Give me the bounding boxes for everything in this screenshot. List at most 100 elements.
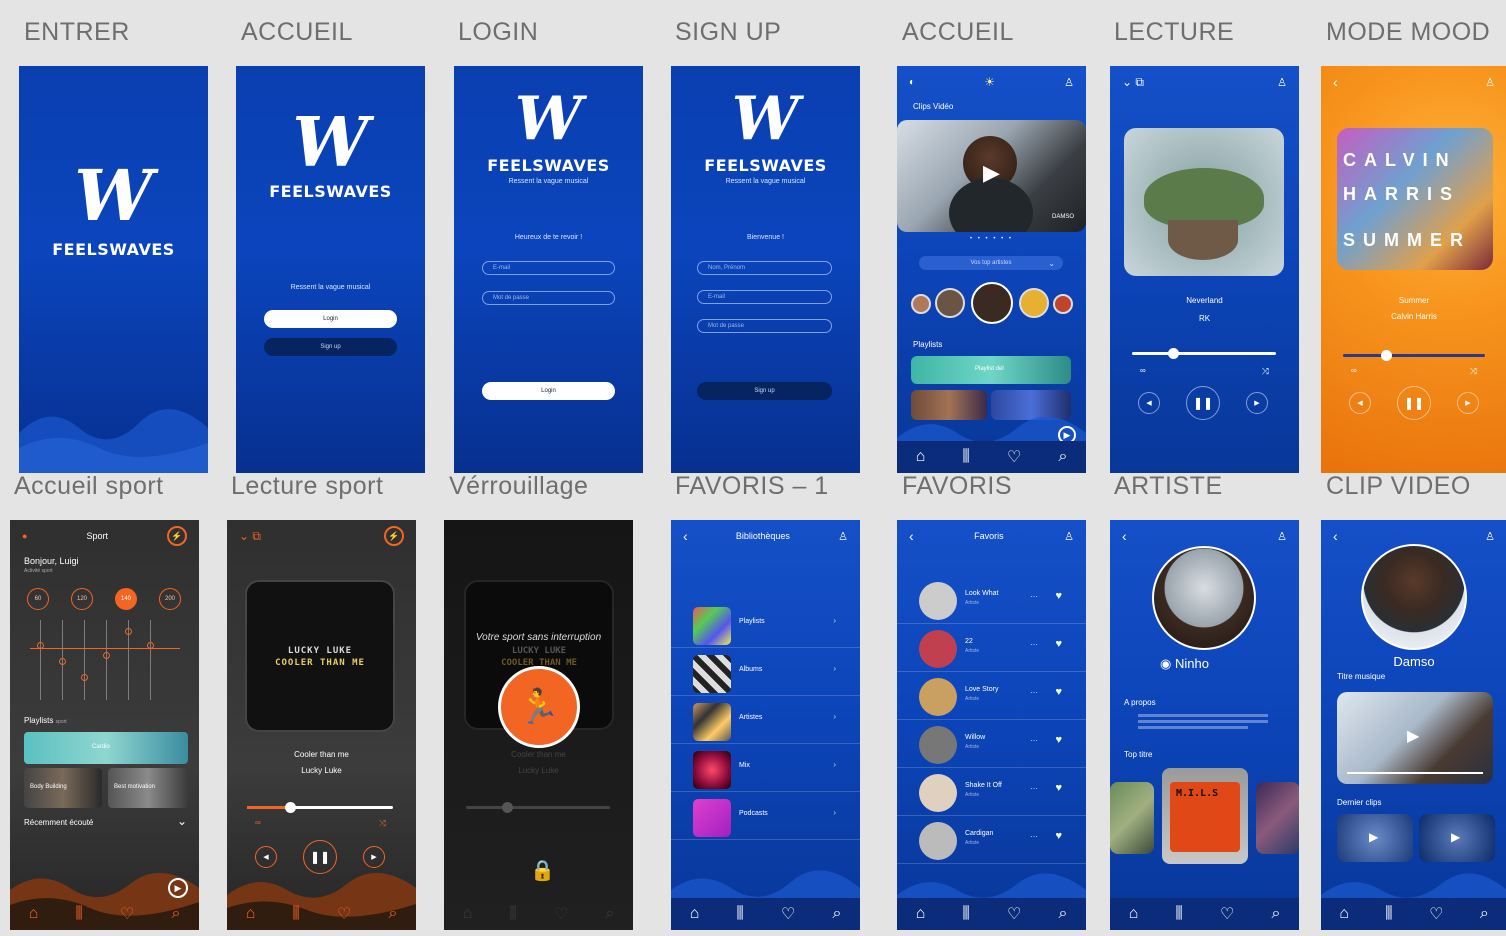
- favorite-row[interactable]: Willow Artiste ··· ♥: [897, 720, 1086, 768]
- progress-knob[interactable]: [1168, 348, 1179, 359]
- artists-dropdown[interactable]: Vos top artistes ⌄: [919, 256, 1063, 270]
- next-icon[interactable]: ▶: [1457, 392, 1479, 414]
- user-icon[interactable]: ♙: [1277, 530, 1287, 543]
- heart-icon[interactable]: ♡: [1220, 904, 1234, 924]
- clip-thumbnail[interactable]: ▶: [1337, 692, 1493, 784]
- shuffle-icon[interactable]: ⤨: [1262, 366, 1269, 377]
- back-icon[interactable]: ‹: [1333, 528, 1338, 544]
- toggle-icon[interactable]: ◐: [909, 77, 915, 88]
- library-icon[interactable]: ⫼: [1175, 905, 1182, 923]
- library-icon[interactable]: ⫼: [75, 905, 82, 923]
- artist-avatar[interactable]: [971, 282, 1013, 324]
- play-circle-icon[interactable]: ◉: [1160, 656, 1171, 671]
- next-icon[interactable]: ▶: [1246, 392, 1268, 414]
- pause-icon[interactable]: ❚❚: [1186, 386, 1220, 420]
- artist-avatar[interactable]: [911, 294, 931, 314]
- clip-thumbnail[interactable]: ▶ DAMSO: [897, 120, 1086, 232]
- repeat-icon[interactable]: ∞: [1351, 366, 1357, 375]
- favorite-row[interactable]: Love Story Artiste ··· ♥: [897, 672, 1086, 720]
- more-icon[interactable]: ···: [1030, 832, 1038, 841]
- eq-knob[interactable]: [147, 642, 154, 649]
- more-icon[interactable]: ···: [1030, 784, 1038, 793]
- previous-icon[interactable]: ◀: [1138, 392, 1160, 414]
- artist-avatar[interactable]: [1019, 288, 1049, 318]
- lock-icon[interactable]: 🔒: [530, 858, 555, 883]
- mini-player-play-icon[interactable]: ▶: [168, 878, 188, 898]
- search-icon[interactable]: ⌕: [1058, 448, 1067, 466]
- sport-mode-icon[interactable]: ⚡: [384, 526, 404, 546]
- search-icon[interactable]: ⌕: [832, 905, 841, 923]
- library-icon[interactable]: ⫼: [1385, 905, 1392, 923]
- back-icon[interactable]: ‹: [683, 528, 688, 544]
- chevron-down-icon[interactable]: ⌄ ⧉: [239, 529, 261, 544]
- back-icon[interactable]: ‹: [1122, 528, 1127, 544]
- library-icon[interactable]: ⫼: [962, 905, 969, 923]
- more-icon[interactable]: ···: [1030, 592, 1038, 601]
- library-icon[interactable]: ⫼: [736, 905, 743, 923]
- repeat-icon[interactable]: ∞: [1140, 366, 1146, 375]
- heart-icon[interactable]: ♡: [1007, 447, 1021, 467]
- back-icon[interactable]: ‹: [1333, 74, 1338, 90]
- signup-submit-button[interactable]: Sign up: [697, 382, 832, 400]
- search-icon[interactable]: ⌕: [1480, 905, 1489, 923]
- top-track-card-center[interactable]: M.I.L.S: [1162, 768, 1248, 864]
- more-icon[interactable]: ···: [1030, 688, 1038, 697]
- progress-knob[interactable]: [285, 802, 296, 813]
- library-row-podcasts[interactable]: Podcasts ›: [671, 792, 860, 840]
- chevron-down-icon[interactable]: ⌄: [177, 814, 187, 828]
- play-icon[interactable]: ▶: [1451, 830, 1460, 844]
- library-row-artists[interactable]: Artistes ›: [671, 696, 860, 744]
- login-button[interactable]: Login: [264, 310, 397, 328]
- user-icon[interactable]: ♙: [1064, 530, 1074, 543]
- heart-filled-icon[interactable]: ♥: [1055, 782, 1062, 794]
- library-row-playlists[interactable]: Playlists ›: [671, 600, 860, 648]
- heart-filled-icon[interactable]: ♥: [1055, 830, 1062, 842]
- sport-mode-icon[interactable]: ⚡: [166, 526, 187, 546]
- user-icon[interactable]: ♙: [838, 530, 848, 543]
- progress-slider[interactable]: [1132, 352, 1276, 355]
- progress-slider[interactable]: [1343, 354, 1485, 357]
- eq-knob[interactable]: [103, 652, 110, 659]
- more-icon[interactable]: ···: [1030, 640, 1038, 649]
- home-icon[interactable]: ⌂: [1339, 905, 1349, 923]
- bpm-120[interactable]: 120: [71, 588, 93, 610]
- eq-knob[interactable]: [125, 628, 132, 635]
- playlist-card-bodybuilding[interactable]: Body Building: [24, 768, 102, 808]
- heart-icon[interactable]: ♡: [1007, 904, 1021, 924]
- home-icon[interactable]: ⌂: [29, 905, 39, 923]
- chevron-down-icon[interactable]: ⌄ ⧉: [1122, 75, 1144, 90]
- heart-icon[interactable]: ♡: [781, 904, 795, 924]
- artist-avatar[interactable]: [1053, 294, 1073, 314]
- home-icon[interactable]: ⌂: [246, 905, 256, 923]
- heart-icon[interactable]: ♡: [1429, 904, 1443, 924]
- home-icon[interactable]: ⌂: [1129, 905, 1139, 923]
- name-field[interactable]: Nom, Prénom: [697, 261, 832, 275]
- bpm-200[interactable]: 200: [159, 588, 181, 610]
- top-track-card[interactable]: [1110, 782, 1154, 854]
- more-icon[interactable]: ···: [1030, 736, 1038, 745]
- repeat-icon[interactable]: ∞: [255, 818, 261, 827]
- eq-knob[interactable]: [81, 674, 88, 681]
- library-icon[interactable]: ⫼: [962, 448, 969, 466]
- running-icon[interactable]: 🏃: [498, 666, 580, 748]
- artist-name-row[interactable]: ◉ Ninho: [1160, 656, 1209, 672]
- user-icon[interactable]: ♙: [1277, 76, 1287, 89]
- home-icon[interactable]: ⌂: [916, 448, 926, 466]
- toggle-icon[interactable]: ●: [22, 531, 27, 541]
- bpm-60[interactable]: 60: [27, 588, 49, 610]
- heart-filled-icon[interactable]: ♥: [1055, 734, 1062, 746]
- password-field[interactable]: Mot de passe: [697, 319, 832, 333]
- user-icon[interactable]: ♙: [1485, 530, 1495, 543]
- heart-filled-icon[interactable]: ♥: [1055, 686, 1062, 698]
- previous-icon[interactable]: ◀: [1349, 392, 1371, 414]
- favorite-row[interactable]: Look What Artiste ··· ♥: [897, 576, 1086, 624]
- signup-button[interactable]: Sign up: [264, 338, 397, 356]
- clip-progress[interactable]: [1347, 772, 1483, 774]
- heart-icon[interactable]: ♡: [337, 904, 351, 924]
- shuffle-icon[interactable]: ⤨: [1470, 366, 1477, 377]
- eq-knob[interactable]: [37, 642, 44, 649]
- heart-filled-icon[interactable]: ♥: [1055, 590, 1062, 602]
- search-icon[interactable]: ⌕: [171, 905, 180, 923]
- email-field[interactable]: E-mail: [697, 290, 832, 304]
- favorite-row[interactable]: Shake It Off Artiste ··· ♥: [897, 768, 1086, 816]
